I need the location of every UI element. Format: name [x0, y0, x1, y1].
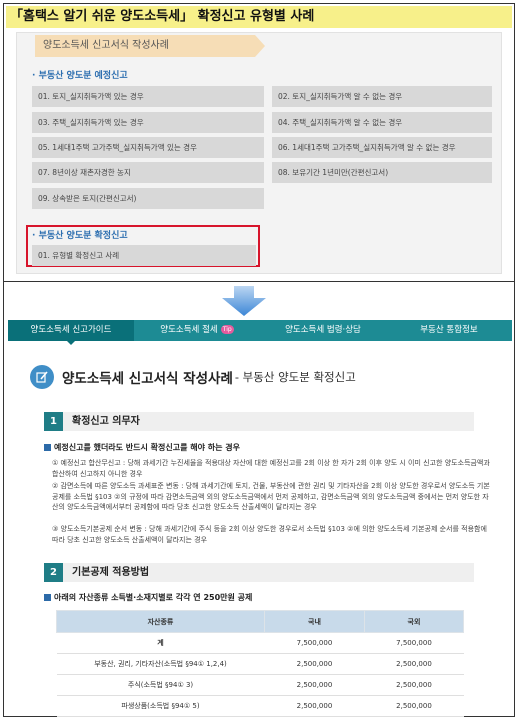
- example-item-04[interactable]: 04. 주택_실지취득가액 알 수 없는 경우: [272, 112, 492, 133]
- step2-bullet-heading: 아래의 자산종류 소득별·소재지별로 각각 연 250만원 공제: [44, 592, 252, 603]
- table-row: 부동산, 권리, 기타자산(소득법 §94① 1,2,4) 2,500,000 …: [56, 653, 464, 675]
- nav-tab-real-estate-info[interactable]: 부동산 통합정보: [386, 320, 512, 341]
- step1-bullet-heading: 예정신고를 했더라도 반드시 확정신고를 해야 하는 경우: [44, 442, 240, 453]
- table-cell: 부동산, 권리, 기타자산(소득법 §94① 1,2,4): [56, 653, 265, 675]
- down-arrow-icon: [222, 286, 266, 316]
- nav-tab-law-consult[interactable]: 양도소득세 법령·상담: [260, 320, 386, 341]
- table-cell: 2,500,000: [364, 653, 464, 675]
- table-cell: 2,500,000: [364, 674, 464, 696]
- step-1-header: 1 확정신고 의무자: [44, 412, 474, 431]
- table-row: 파생상품(소득법 §94① 5) 2,500,000 2,500,000: [56, 695, 464, 717]
- step1-paragraph-3: ③ 양도소득기본공제 순서 변동 : 당해 과세기간에 주식 등을 2회 이상 …: [52, 525, 487, 544]
- ribbon-label: 양도소득세 신고서식 작성사례: [43, 40, 169, 51]
- section-label-final: 부동산 양도분 확정신고: [32, 228, 128, 241]
- pencil-icon: [30, 365, 54, 389]
- step-number: 1: [44, 412, 63, 431]
- tip-badge: Tip: [220, 325, 234, 334]
- document-title: 「홈택스 알기 쉬운 양도소득세」 확정신고 유형별 사례: [10, 9, 315, 24]
- table-header: 국내: [264, 610, 365, 633]
- example-item-05[interactable]: 05. 1세대1주택 고가주택_실지취득가액 있는 경우: [32, 137, 264, 158]
- table-cell: 2,500,000: [264, 695, 365, 717]
- section-label-preliminary: 부동산 양도분 예정신고: [32, 68, 128, 81]
- page-subtitle: - 부동산 양도분 확정신고: [234, 370, 356, 384]
- table-header: 자산종류: [56, 610, 265, 633]
- table-cell: 2,500,000: [264, 653, 365, 675]
- table-row: 계 7,500,000 7,500,000: [56, 632, 464, 654]
- step-label: 확정신고 의무자: [72, 416, 140, 427]
- step1-paragraph-2: ② 감면소득에 따른 양도소득 과세표준 변동 : 당해 과세기간에 토지, 건…: [52, 482, 490, 511]
- table-cell: 7,500,000: [264, 632, 365, 654]
- panel-ribbon: 양도소득세 신고서식 작성사례: [35, 35, 265, 57]
- page-title: 양도소득세 신고서식 작성사례: [62, 371, 233, 387]
- final-item-01[interactable]: 01. 유형별 확정신고 사례: [32, 245, 256, 266]
- example-item-07[interactable]: 07. 8년이상 재촌자경한 농지: [32, 162, 264, 183]
- table-cell: 7,500,000: [364, 632, 464, 654]
- example-item-03[interactable]: 03. 주택_실지취득가액 있는 경우: [32, 112, 264, 133]
- example-item-02[interactable]: 02. 토지_실지취득가액 알 수 없는 경우: [272, 86, 492, 107]
- main-nav: 양도소득세 신고가이드 양도소득세 절세 Tip 양도소득세 법령·상담 부동산 …: [8, 320, 512, 345]
- nav-tab-tax-saving[interactable]: 양도소득세 절세 Tip: [134, 320, 260, 341]
- table-row: 주식(소득법 §94① 3) 2,500,000 2,500,000: [56, 674, 464, 696]
- table-header-row: 자산종류 국내 국외: [56, 610, 464, 633]
- table-cell: 파생상품(소득법 §94① 5): [56, 695, 265, 717]
- deduction-table: 자산종류 국내 국외 계 7,500,000 7,500,000 부동산, 권리…: [56, 610, 464, 717]
- table-cell: 2,500,000: [264, 674, 365, 696]
- table-cell: 주식(소득법 §94① 3): [56, 674, 265, 696]
- example-item-08[interactable]: 08. 보유기간 1년미만(간편신고서): [272, 162, 492, 183]
- step1-paragraph-1: ① 예정신고 합산무신고 : 당해 과세기간 누진세율을 적용대상 자산에 대한…: [52, 459, 490, 478]
- example-item-06[interactable]: 06. 1세대1주택 고가주택_실지취득가액 알 수 없는 경우: [272, 137, 492, 158]
- table-cell: 2,500,000: [364, 695, 464, 717]
- example-item-09[interactable]: 09. 상속받은 토지(간편신고서): [32, 188, 264, 209]
- nav-tab-guide[interactable]: 양도소득세 신고가이드: [8, 320, 134, 345]
- example-item-01[interactable]: 01. 토지_실지취득가액 있는 경우: [32, 86, 264, 107]
- step-label: 기본공제 적용방법: [72, 567, 150, 578]
- table-cell: 계: [56, 632, 265, 654]
- step-number: 2: [44, 563, 63, 582]
- page-heading: 양도소득세 신고서식 작성사례 - 부동산 양도분 확정신고: [30, 362, 356, 392]
- table-header: 국외: [364, 610, 464, 633]
- page-title-bar: 「홈택스 알기 쉬운 양도소득세」 확정신고 유형별 사례: [6, 6, 512, 28]
- step-2-header: 2 기본공제 적용방법: [44, 563, 474, 582]
- section-divider: [3, 281, 515, 282]
